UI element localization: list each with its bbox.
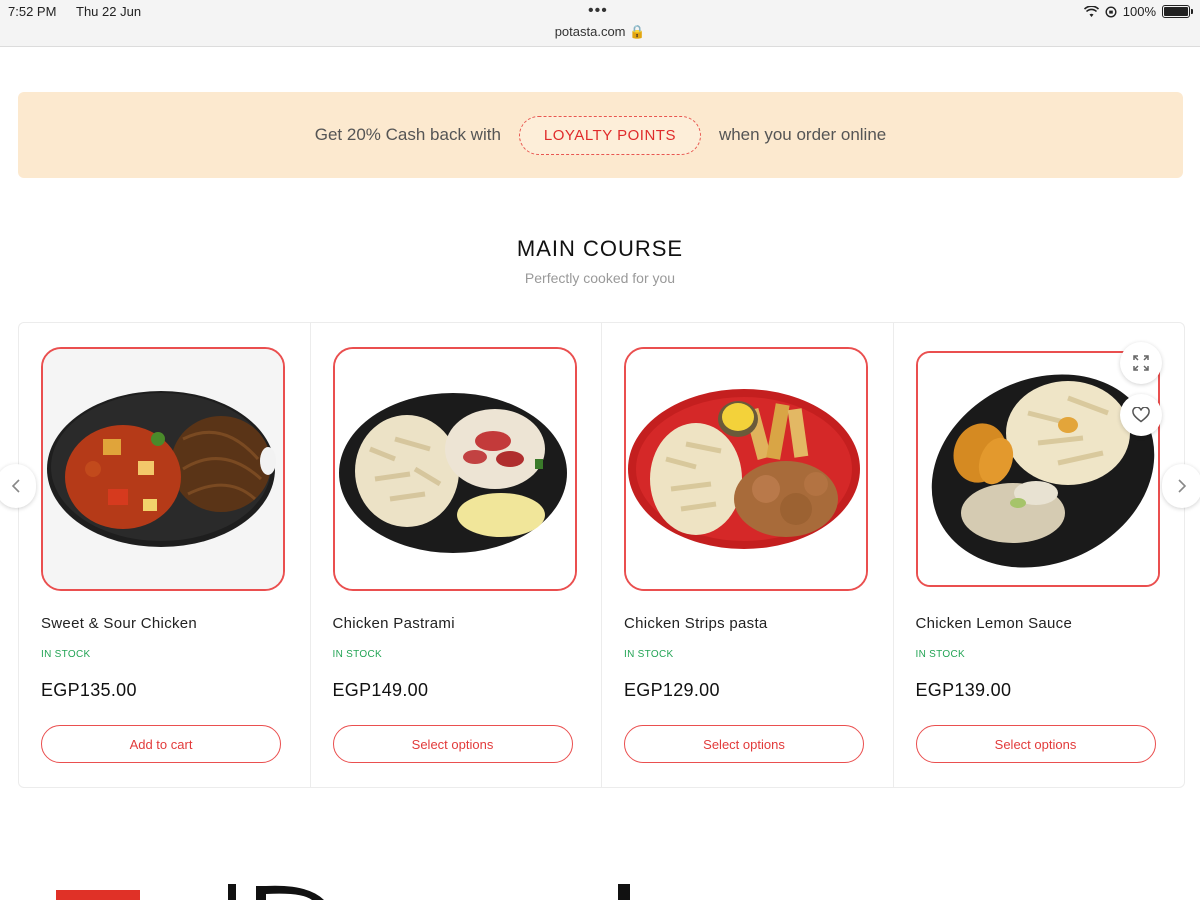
product-card[interactable]: Chicken Strips pasta IN STOCK EGP129.00 … — [602, 323, 894, 787]
product-name[interactable]: Sweet & Sour Chicken — [41, 615, 197, 632]
section-title: MAIN COURSE — [516, 236, 684, 261]
brand-logo — [228, 884, 630, 900]
product-price: EGP139.00 — [915, 680, 1012, 700]
add-to-cart-button[interactable]: Add to cart — [41, 725, 281, 763]
heart-icon[interactable] — [1120, 394, 1162, 436]
wifi-icon — [1083, 5, 1099, 17]
product-card[interactable]: Chicken Pastrami IN STOCK EGP149.00 Sele… — [311, 323, 602, 787]
product-image-sweet-sour-chicken[interactable] — [41, 347, 285, 591]
promo-text-after: when you order online — [718, 125, 887, 144]
stock-status: IN STOCK — [332, 649, 382, 660]
battery-percent: 100% — [1122, 4, 1156, 19]
product-carousel: Sweet & Sour Chicken IN STOCK EGP135.00 … — [18, 322, 1185, 788]
product-image-chicken-pastrami[interactable] — [332, 347, 577, 591]
status-bar: 7:52 PM Thu 22 Jun ••• potasta.com 🔒 100… — [0, 0, 1200, 47]
status-indicators: 100% — [1083, 4, 1193, 19]
section-subtitle: Perfectly cooked for you — [524, 270, 676, 286]
chevron-left-icon[interactable] — [0, 464, 36, 508]
battery-icon — [1162, 5, 1193, 18]
address-url[interactable]: potasta.com 🔒 — [0, 24, 1200, 40]
product-name[interactable]: Chicken Pastrami — [333, 615, 455, 632]
expand-icon[interactable] — [1120, 342, 1162, 384]
orientation-lock-icon — [1105, 5, 1117, 18]
select-options-button[interactable]: Select options — [332, 725, 573, 763]
product-price: EGP149.00 — [332, 680, 429, 700]
product-card[interactable]: Chicken Lemon Sauce IN STOCK EGP139.00 S… — [894, 323, 1185, 787]
product-card[interactable]: Sweet & Sour Chicken IN STOCK EGP135.00 … — [19, 323, 311, 787]
promo-text-before: Get 20% Cash back with — [314, 125, 501, 144]
product-image-chicken-strips-pasta[interactable] — [624, 347, 868, 591]
more-dots-icon[interactable]: ••• — [588, 2, 608, 20]
stock-status: IN STOCK — [624, 649, 674, 660]
brand-logo-mark — [56, 890, 140, 900]
stock-status: IN STOCK — [915, 649, 965, 660]
product-image-chicken-lemon-sauce[interactable] — [915, 351, 1160, 587]
select-options-button[interactable]: Select options — [915, 725, 1156, 763]
product-price: EGP129.00 — [624, 680, 720, 700]
select-options-button[interactable]: Select options — [624, 725, 864, 763]
loyalty-promo-banner: Get 20% Cash back with LOYALTY POINTS wh… — [18, 92, 1183, 178]
loyalty-points-badge[interactable]: LOYALTY POINTS — [518, 115, 701, 155]
product-name[interactable]: Chicken Lemon Sauce — [916, 615, 1073, 632]
status-time: 7:52 PM — [8, 4, 57, 19]
chevron-right-icon[interactable] — [1162, 464, 1200, 508]
status-date: Thu 22 Jun — [76, 4, 142, 19]
stock-status: IN STOCK — [41, 649, 91, 660]
product-name[interactable]: Chicken Strips pasta — [624, 615, 768, 632]
product-price: EGP135.00 — [41, 680, 137, 700]
